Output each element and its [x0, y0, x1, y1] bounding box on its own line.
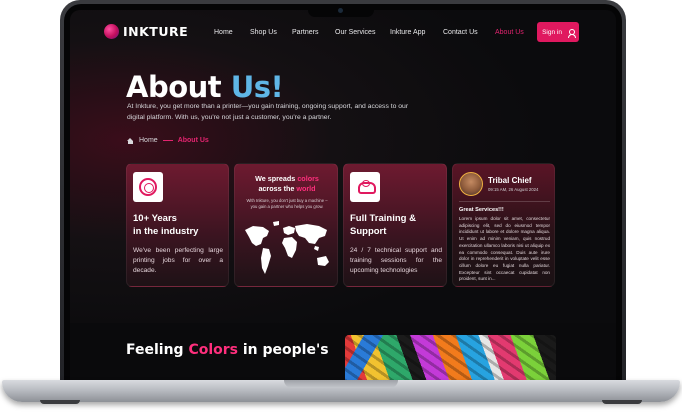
user-icon: [567, 28, 576, 38]
brand-name: INKTURE: [123, 24, 189, 39]
nav-about-us[interactable]: About Us: [495, 29, 524, 36]
breadcrumb: Home About Us: [127, 137, 209, 144]
training-title-line2: Support: [350, 226, 387, 237]
website-screen: INKTURE Home Shop Us Partners Our Servic…: [70, 10, 616, 382]
nav-home[interactable]: Home: [214, 29, 233, 36]
training-text: 24 / 7 technical support and training se…: [350, 247, 442, 274]
support-icon: [356, 180, 376, 194]
nav-inkture-app[interactable]: Inkture App: [390, 29, 425, 36]
page-title-accent: Us!: [230, 70, 284, 104]
world-card: We spreads colors across the world With …: [234, 163, 338, 287]
nav-partners[interactable]: Partners: [292, 29, 318, 36]
section-title-accent: Colors: [188, 342, 238, 358]
training-card: Full Training & Support 24 / 7 technical…: [343, 163, 447, 287]
experience-icon-box: [133, 172, 163, 202]
training-icon-box: [350, 172, 380, 202]
laptop-foot-right: [602, 400, 642, 404]
world-title-part2: across the: [258, 184, 297, 193]
review-card: Tribal Chief 09:15 AM, 26 August 2024 Gr…: [452, 163, 555, 287]
page-description: At Inkture, you get more than a printer—…: [127, 103, 409, 121]
experience-title-line1: 10+ Years: [133, 213, 177, 224]
section-title-part1: Feeling: [126, 342, 189, 358]
section-title-part2: in people's: [238, 342, 329, 358]
breadcrumb-home[interactable]: Home: [139, 137, 158, 144]
sign-in-button[interactable]: Sign in: [537, 22, 579, 42]
nav-contact-us[interactable]: Contact Us: [443, 29, 478, 36]
world-card-title: We spreads colors across the world: [235, 174, 337, 194]
sign-in-label: Sign in: [542, 28, 562, 36]
laptop-base-notch: [284, 380, 398, 388]
world-title-part1: We spreads: [255, 174, 298, 183]
breadcrumb-current: About Us: [177, 137, 209, 144]
world-card-text: With Inkture, you don't just buy a machi…: [246, 198, 328, 209]
home-icon: [127, 137, 134, 144]
experience-card: 10+ Years in the industry We've been per…: [126, 163, 229, 287]
page-title-main: About: [126, 70, 231, 104]
reviewer-name: Tribal Chief: [488, 176, 532, 185]
laptop-foot-left: [40, 400, 80, 404]
training-title-line1: Full Training &: [350, 213, 416, 224]
avatar: [459, 172, 483, 196]
world-title-accent2: world: [296, 184, 316, 193]
page-title: About Us!: [126, 70, 284, 104]
medal-icon: [139, 178, 157, 196]
world-map: [245, 221, 329, 274]
review-heading: Great Services!!!: [459, 207, 504, 213]
section-title: Feeling Colors in people's: [126, 342, 329, 358]
review-body: Lorem ipsum dolor sit amet, consectetur …: [459, 216, 550, 282]
nav-shop-us[interactable]: Shop Us: [250, 29, 277, 36]
review-date: 09:15 AM, 26 August 2024: [488, 187, 539, 192]
breadcrumb-separator: [162, 140, 173, 141]
experience-title-line2: in the industry: [133, 226, 199, 237]
camera-icon: [338, 8, 343, 13]
brand-logo[interactable]: INKTURE: [104, 24, 188, 39]
review-divider: [459, 201, 550, 202]
ink-drop-icon: [104, 24, 119, 39]
graffiti-image: [345, 335, 556, 382]
experience-text: We've been perfecting large printing job…: [133, 247, 223, 274]
world-title-accent1: colors: [297, 174, 319, 183]
nav-our-services[interactable]: Our Services: [335, 29, 375, 36]
